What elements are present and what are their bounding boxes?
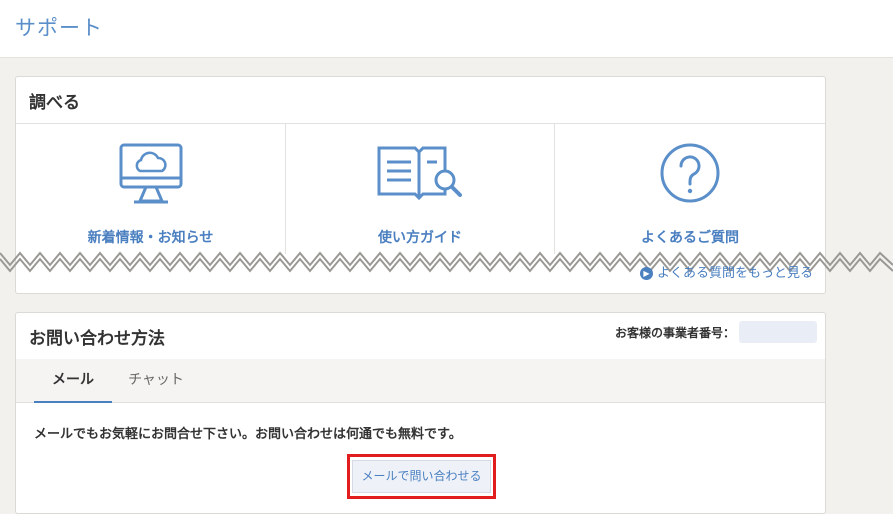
tab-mail[interactable]: メール	[34, 359, 112, 403]
arrow-circle-icon: ▶	[640, 267, 653, 280]
business-number-value	[739, 321, 817, 343]
card-faq[interactable]: よくあるご質問	[555, 124, 825, 254]
question-circle-icon	[659, 142, 721, 208]
top-bar: サポート	[0, 0, 893, 58]
tab-chat[interactable]: チャット	[116, 359, 196, 401]
search-cards: 新着情報・お知らせ 使い方ガイド よくあるご質問	[16, 124, 825, 254]
card-news[interactable]: 新着情報・お知らせ	[16, 124, 286, 254]
card-news-label: 新着情報・お知らせ	[87, 230, 214, 246]
card-guide[interactable]: 使い方ガイド	[286, 124, 555, 254]
contact-tabs: メール チャット	[16, 359, 825, 403]
page-title: サポート	[15, 16, 103, 40]
book-search-icon	[375, 142, 465, 206]
faq-more-link[interactable]: ▶ よくある質問をもっと見る	[640, 262, 813, 281]
search-panel-title: 調べる	[29, 93, 80, 113]
mail-inquiry-button[interactable]: メールで問い合わせる	[352, 460, 491, 493]
cloud-monitor-icon	[118, 142, 184, 210]
mail-info-text: メールでもお気軽にお問合せ下さい。お問い合わせは何通でも無料です。	[34, 427, 462, 442]
search-panel-header: 調べる	[16, 77, 825, 124]
card-guide-label: 使い方ガイド	[378, 230, 462, 246]
business-number-label: お客様の事業者番号：	[614, 326, 735, 340]
card-faq-label: よくあるご質問	[641, 230, 739, 246]
contact-panel: お問い合わせ方法 お客様の事業者番号： メール チャット メールでもお気軽にお問…	[15, 312, 826, 514]
contact-panel-title: お問い合わせ方法	[29, 329, 165, 349]
faq-more-link-label: よくある質問をもっと見る	[657, 266, 814, 281]
contact-panel-header: お問い合わせ方法 お客様の事業者番号：	[16, 313, 825, 360]
